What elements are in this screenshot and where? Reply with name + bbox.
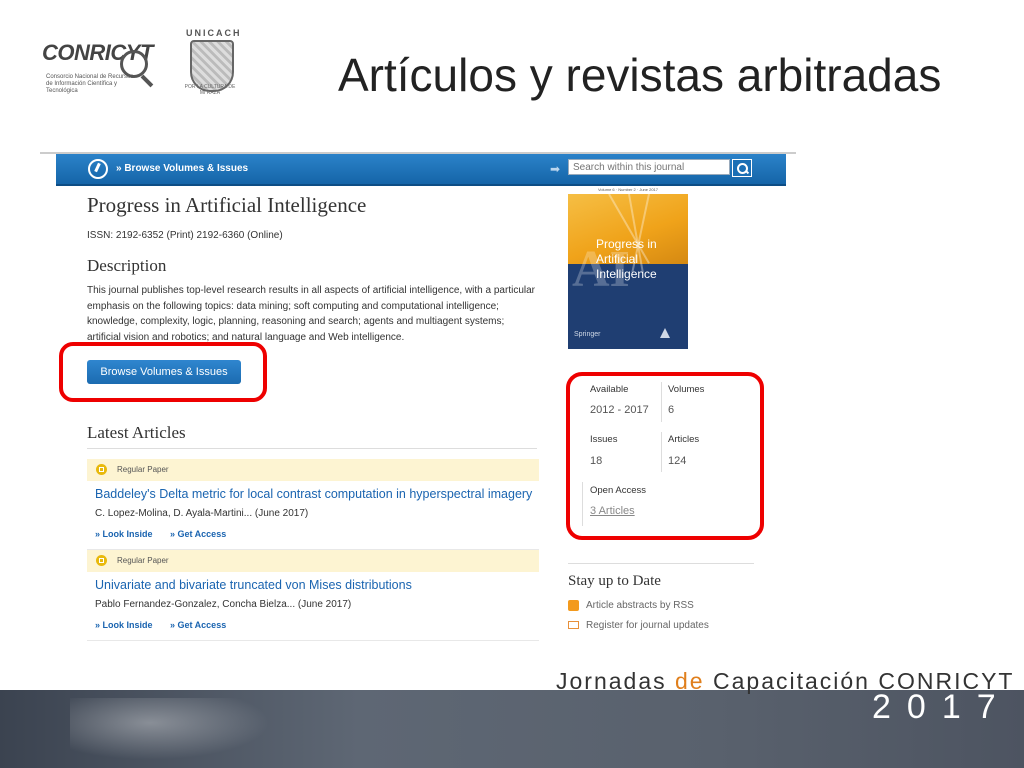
slide-title: Artículos y revistas arbitradas xyxy=(338,49,942,101)
browse-volumes-nav-link[interactable]: » Browse Volumes & Issues xyxy=(116,163,248,174)
cover-title-line: Artificial xyxy=(596,252,639,266)
article-item: Regular Paper Univariate and bivariate t… xyxy=(87,550,539,642)
rss-link[interactable]: Article abstracts by RSS xyxy=(586,600,694,611)
search-button[interactable] xyxy=(732,159,752,177)
highlight-stats-panel xyxy=(566,372,764,540)
latest-articles-divider xyxy=(87,448,537,449)
description-heading: Description xyxy=(87,256,167,275)
article-type: Regular Paper xyxy=(117,556,169,565)
rss-icon xyxy=(568,600,579,611)
journal-navbar: » Browse Volumes & Issues ➡ xyxy=(56,154,786,186)
cover-issue-band: Volume 6 · Number 2 · June 2017 xyxy=(568,186,688,194)
footer-brand-prefix: Jornadas xyxy=(556,668,676,694)
unicach-logo-name: UNICACH xyxy=(186,28,242,38)
magnifier-handle xyxy=(140,74,154,88)
lock-icon xyxy=(96,555,107,566)
article-title-link[interactable]: Univariate and bivariate truncated von M… xyxy=(95,578,412,592)
journal-title: Progress in Artificial Intelligence xyxy=(87,193,367,217)
unicach-logo: UNICACH POR LA CULTURA DE MI RAZA xyxy=(182,28,240,102)
cover-publisher: Springer xyxy=(574,331,601,338)
footer-year: 2017 xyxy=(872,688,1012,726)
article-authors: Pablo Fernandez-Gonzalez, Concha Bielza.… xyxy=(95,599,352,610)
lock-icon xyxy=(96,464,107,475)
stay-divider xyxy=(568,563,754,564)
article-authors: C. Lopez-Molina, D. Ayala-Martini... (Ju… xyxy=(95,508,309,519)
cover-title-line: Intelligence xyxy=(596,267,657,281)
article-item: Regular Paper Baddeley's Delta metric fo… xyxy=(87,459,539,551)
arrow-right-icon: ➡ xyxy=(550,162,561,176)
cover-title: Progress in Artificial Intelligence xyxy=(596,237,684,282)
footer-brand-middle: Capacitación xyxy=(704,668,879,694)
conricyt-logo: CONRICYT Consorcio Nacional de Recursos … xyxy=(42,40,153,102)
cover-title-line: Progress in xyxy=(596,237,657,251)
highlight-browse-button xyxy=(59,342,267,402)
look-inside-link[interactable]: » Look Inside xyxy=(95,620,153,630)
footer-brand-accent: de xyxy=(675,668,705,694)
search-input[interactable] xyxy=(568,159,730,175)
description-text: This journal publishes top-level researc… xyxy=(87,285,535,343)
journal-cover-image[interactable]: Volume 6 · Number 2 · June 2017 AI Progr… xyxy=(568,186,688,349)
get-access-link[interactable]: » Get Access xyxy=(170,620,226,630)
register-updates-link[interactable]: Register for journal updates xyxy=(586,620,709,631)
search-icon-handle xyxy=(744,169,750,175)
mail-icon xyxy=(568,621,579,629)
springer-link-icon[interactable] xyxy=(88,159,108,179)
footer-background-image xyxy=(70,698,270,760)
latest-articles-heading: Latest Articles xyxy=(87,423,186,442)
cover-emblem-icon xyxy=(660,328,670,338)
article-title-link[interactable]: Baddeley's Delta metric for local contra… xyxy=(95,487,532,501)
unicach-logo-motto: POR LA CULTURA DE MI RAZA xyxy=(184,84,236,96)
look-inside-link[interactable]: » Look Inside xyxy=(95,529,153,539)
journal-issn: ISSN: 2192-6352 (Print) 2192-6360 (Onlin… xyxy=(87,230,283,241)
article-type: Regular Paper xyxy=(117,465,169,474)
stay-up-to-date-heading: Stay up to Date xyxy=(568,573,661,589)
get-access-link[interactable]: » Get Access xyxy=(170,529,226,539)
article-divider xyxy=(87,640,539,641)
conricyt-logo-subtitle: Consorcio Nacional de Recursos de Inform… xyxy=(46,74,134,94)
